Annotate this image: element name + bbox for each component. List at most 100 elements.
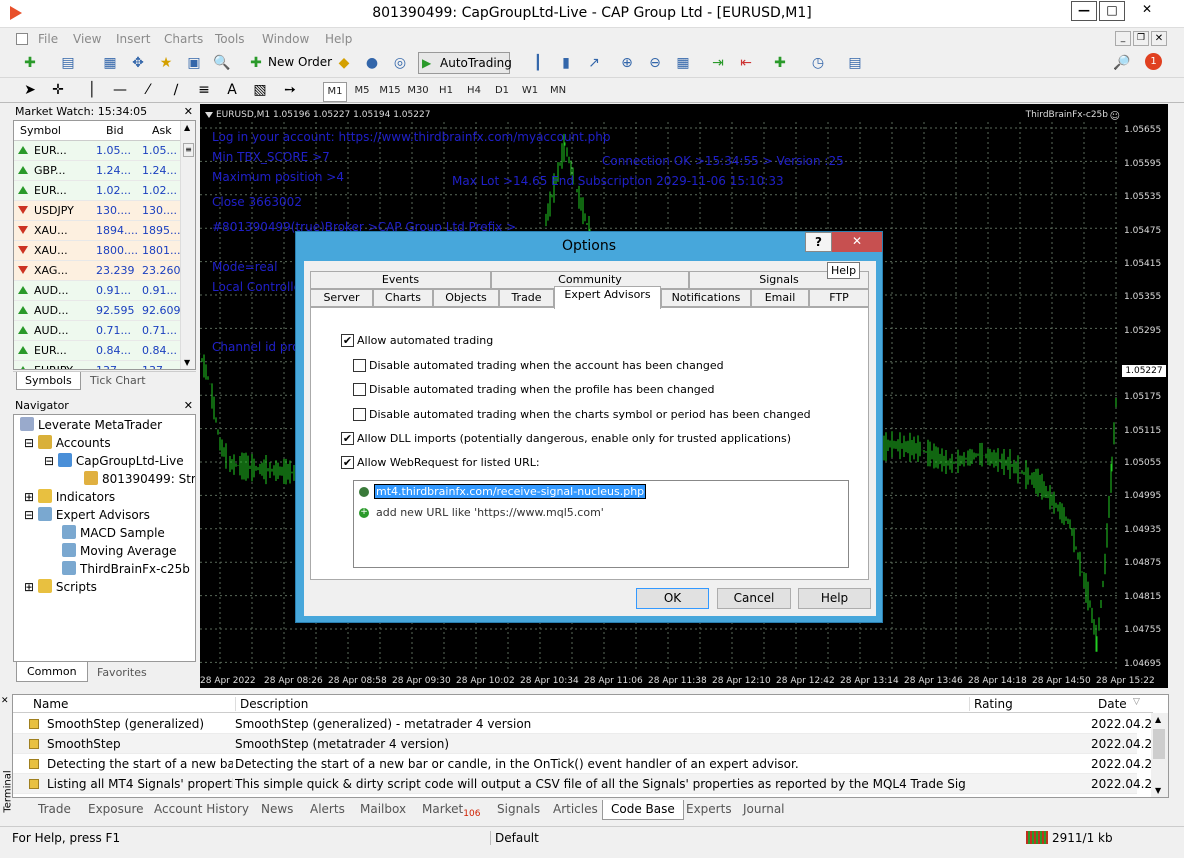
tab-objects[interactable]: Objects xyxy=(433,289,499,307)
nav-accounts[interactable]: ⊟ Accounts xyxy=(24,435,111,450)
col-bid[interactable]: Bid xyxy=(106,124,124,137)
option-label[interactable]: Disable automated trading when the profi… xyxy=(369,383,715,396)
new-chart-icon[interactable]: ✚ xyxy=(20,53,40,73)
market-watch-row[interactable]: XAU... 1800.... 1801.... xyxy=(14,241,184,261)
market-watch-row[interactable]: USDJPY 130.... 130.... xyxy=(14,201,180,221)
nav-moving-average[interactable]: Moving Average xyxy=(62,543,176,558)
tab-email[interactable]: Email xyxy=(751,289,809,307)
market-watch-row[interactable]: AUD... 0.91... 0.91... xyxy=(14,281,180,301)
terminal-tab[interactable]: Articles xyxy=(553,800,598,820)
terminal-icon[interactable]: ▣ xyxy=(184,53,204,73)
tf-mn[interactable]: MN xyxy=(546,82,570,100)
menu-file[interactable]: File xyxy=(38,32,58,46)
market-watch-row[interactable]: EURJPY 137.... 137.... xyxy=(14,361,180,369)
search-icon[interactable]: 🔎 xyxy=(1112,53,1132,73)
signals-icon[interactable]: ◎ xyxy=(390,53,410,73)
tile-windows-icon[interactable]: ▦ xyxy=(673,53,693,73)
community-icon[interactable]: ● xyxy=(362,53,382,73)
new-order-icon[interactable]: ✚ xyxy=(246,53,266,73)
market-watch-row[interactable]: EUR... 0.84... 0.84... xyxy=(14,341,180,361)
nav-root[interactable]: Leverate MetaTrader xyxy=(20,417,162,432)
dialog-help-button[interactable]: ? xyxy=(805,232,832,252)
zoom-out-icon[interactable]: ⊖ xyxy=(645,53,665,73)
indicators-icon[interactable]: ✚ xyxy=(770,53,790,73)
tab-charts[interactable]: Charts xyxy=(373,289,433,307)
col-description[interactable]: Description xyxy=(235,697,308,711)
option-checkbox[interactable] xyxy=(353,383,366,396)
terminal-tab[interactable]: Experts xyxy=(686,800,732,820)
terminal-tab[interactable]: Journal xyxy=(743,800,785,820)
add-url-icon[interactable]: + xyxy=(359,508,369,518)
vertical-line-icon[interactable]: │ xyxy=(82,80,102,100)
tab-expert-advisors[interactable]: Expert Advisors xyxy=(554,286,661,309)
metaeditor-icon[interactable]: ◆ xyxy=(334,53,354,73)
tab-notifications[interactable]: Notifications xyxy=(661,289,751,307)
option-label[interactable]: Allow DLL imports (potentially dangerous… xyxy=(357,432,791,445)
chart-shift-icon[interactable]: ⇤ xyxy=(736,53,756,73)
mdi-restore-button[interactable]: ❐ xyxy=(1133,31,1149,46)
market-watch-row[interactable]: GBP... 1.24... 1.24... xyxy=(14,161,180,181)
mdi-minimize-button[interactable]: _ xyxy=(1115,31,1131,46)
market-watch-close-icon[interactable]: ✕ xyxy=(184,104,193,120)
text-icon[interactable]: A xyxy=(222,80,242,100)
terminal-tab[interactable]: News xyxy=(261,800,293,820)
nav-scripts[interactable]: ⊞ Scripts xyxy=(24,579,97,594)
mdi-close-button[interactable]: ✕ xyxy=(1151,31,1167,46)
option-label[interactable]: Allow WebRequest for listed URL: xyxy=(357,456,540,469)
terminal-scrollbar[interactable]: ▲ ▼ xyxy=(1151,713,1168,797)
help-button[interactable]: Help xyxy=(798,588,871,609)
horizontal-line-icon[interactable]: — xyxy=(110,80,130,100)
terminal-tab[interactable]: Mailbox xyxy=(360,800,406,820)
terminal-close-icon[interactable]: ✕ xyxy=(1,696,9,706)
profiles-icon[interactable]: ▤ xyxy=(58,53,78,73)
codebase-row[interactable]: SmoothStep SmoothStep (metatrader 4 vers… xyxy=(13,734,1160,754)
col-name[interactable]: Name xyxy=(33,697,68,711)
option-checkbox[interactable]: ✔ xyxy=(341,456,354,469)
nav-thirdbrain[interactable]: ThirdBrainFx-c25b xyxy=(62,561,190,576)
autoscroll-icon[interactable]: ⇥ xyxy=(708,53,728,73)
terminal-tab[interactable]: Market106 xyxy=(422,800,480,820)
text-label-icon[interactable]: ▧ xyxy=(250,80,270,100)
url-list[interactable]: mt4.thirdbrainfx.com/receive-signal-nucl… xyxy=(353,480,849,568)
close-button[interactable]: ✕ xyxy=(1127,1,1167,21)
fibonacci-icon[interactable]: ≡ xyxy=(194,80,214,100)
tf-m30[interactable]: M30 xyxy=(406,82,430,100)
bar-chart-icon[interactable]: ┃ xyxy=(528,53,548,73)
candles-icon[interactable]: ▮ xyxy=(556,53,576,73)
menu-view[interactable]: View xyxy=(73,32,101,46)
market-watch-row[interactable]: EUR... 1.02... 1.02... xyxy=(14,181,180,201)
tab-events[interactable]: Events xyxy=(310,271,491,289)
terminal-tab[interactable]: Trade xyxy=(38,800,71,820)
tab-favorites[interactable]: Favorites xyxy=(97,666,147,679)
option-label[interactable]: Disable automated trading when the chart… xyxy=(369,408,811,421)
tf-d1[interactable]: D1 xyxy=(490,82,514,100)
tf-m15[interactable]: M15 xyxy=(378,82,402,100)
tab-symbols[interactable]: Symbols xyxy=(16,372,81,390)
market-watch-row[interactable]: EUR... 1.05... 1.05... xyxy=(14,141,180,161)
url-item-selected[interactable]: mt4.thirdbrainfx.com/receive-signal-nucl… xyxy=(374,484,647,499)
market-watch-row[interactable]: AUD... 92.595 92.609 xyxy=(14,301,181,321)
market-watch-row[interactable]: XAU... 1894.... 1895.... xyxy=(14,221,184,241)
notification-badge[interactable]: 1 xyxy=(1145,53,1162,70)
nav-server[interactable]: ⊟ CapGroupLtd-Live xyxy=(44,453,184,468)
option-checkbox[interactable] xyxy=(353,359,366,372)
terminal-tab[interactable]: Account History xyxy=(154,800,249,820)
navigator-icon[interactable]: ★ xyxy=(156,53,176,73)
line-chart-icon[interactable]: ↗ xyxy=(584,53,604,73)
cancel-button[interactable]: Cancel xyxy=(717,588,791,609)
ok-button[interactable]: OK xyxy=(636,588,709,609)
tf-w1[interactable]: W1 xyxy=(518,82,542,100)
autotrading-button[interactable]: ▶ AutoTrading xyxy=(418,52,512,74)
tf-h1[interactable]: H1 xyxy=(434,82,458,100)
col-ask[interactable]: Ask xyxy=(152,124,172,137)
menu-insert[interactable]: Insert xyxy=(116,32,150,46)
cursor-icon[interactable]: ➤ xyxy=(20,80,40,100)
tab-server[interactable]: Server xyxy=(310,289,373,307)
col-date[interactable]: Date xyxy=(1098,697,1127,711)
option-checkbox[interactable]: ✔ xyxy=(341,432,354,445)
tab-ftp[interactable]: FTP xyxy=(809,289,869,307)
menu-tools[interactable]: Tools xyxy=(215,32,245,46)
tab-trade[interactable]: Trade xyxy=(499,289,554,307)
nav-macd[interactable]: MACD Sample xyxy=(62,525,165,540)
menu-window[interactable]: Window xyxy=(262,32,309,46)
